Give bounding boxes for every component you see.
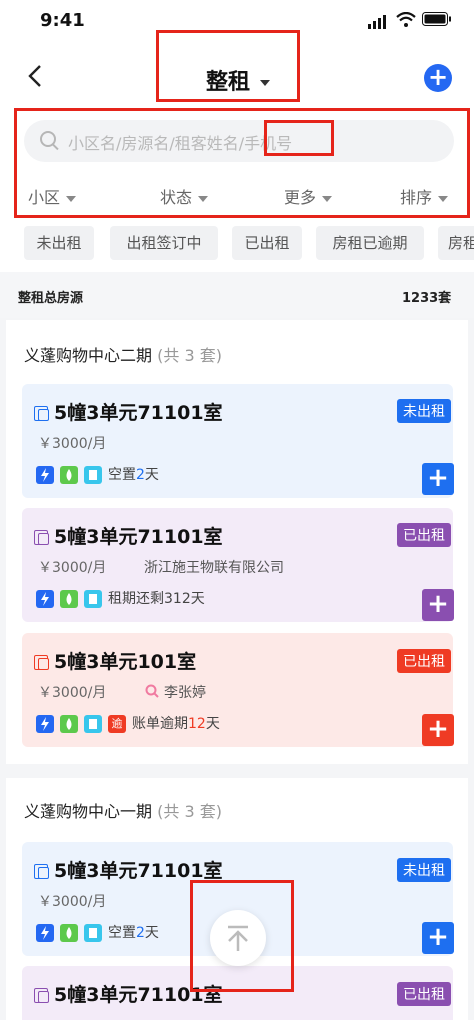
add-button[interactable]: + — [422, 589, 454, 621]
bolt-icon — [36, 924, 54, 942]
property-room: 5幢3单元71101室 — [34, 856, 223, 883]
filter-status[interactable]: 状态 — [160, 184, 209, 208]
property-room: 5幢3单元101室 — [34, 647, 196, 674]
doc-icon — [84, 466, 102, 484]
magnifier-person-icon — [144, 683, 160, 703]
add-circle-icon[interactable]: + — [424, 64, 452, 92]
doc-icon — [84, 715, 102, 733]
section-count: (共 3 套) — [157, 346, 222, 365]
add-button[interactable]: + — [422, 463, 454, 495]
property-info: 空置2天 — [36, 922, 159, 942]
property-price: ￥3000/月 — [38, 560, 107, 576]
caret-down-icon — [198, 195, 209, 202]
chip-signing[interactable]: 出租签订中 — [110, 226, 218, 260]
info-number: 312 — [164, 591, 191, 607]
house-doc-icon — [34, 988, 49, 1003]
add-button[interactable]: + — [422, 714, 454, 746]
section-title: 义蓬购物中心一期 (共 3 套) — [24, 802, 222, 821]
section-title: 义蓬购物中心二期 (共 3 套) — [24, 346, 222, 365]
highlight-box-title — [156, 30, 300, 102]
bolt-icon — [36, 466, 54, 484]
bolt-icon — [36, 590, 54, 608]
summary-label: 整租总房源 — [18, 291, 84, 306]
water-drop-icon — [60, 715, 78, 733]
bolt-icon — [36, 715, 54, 733]
filter-sort[interactable]: 排序 — [400, 184, 449, 208]
property-room: 5幢3单元71101室 — [34, 398, 223, 425]
section-count: (共 3 套) — [157, 802, 222, 821]
house-doc-icon — [34, 864, 49, 879]
filter-community[interactable]: 小区 — [28, 184, 77, 208]
water-drop-icon — [60, 924, 78, 942]
info-number: 2 — [136, 467, 145, 483]
water-drop-icon — [60, 590, 78, 608]
caret-down-icon — [322, 195, 333, 202]
highlight-box-phone — [264, 120, 334, 156]
property-info: 逾账单逾期12天 — [36, 713, 220, 733]
property-price: ￥3000/月 — [38, 436, 107, 452]
status-badge: 已出租 — [397, 523, 451, 547]
tenant-name: 浙江施王物联有限公司 — [144, 560, 284, 576]
chip-vacant[interactable]: 未出租 — [24, 226, 94, 260]
battery-icon — [422, 12, 452, 31]
doc-icon — [84, 924, 102, 942]
caret-down-icon — [66, 195, 77, 202]
status-badge: 未出租 — [397, 399, 451, 423]
overdue-icon: 逾 — [108, 715, 126, 733]
highlight-box-back-to-top — [190, 880, 294, 992]
doc-icon — [84, 590, 102, 608]
property-price: ￥3000/月 — [38, 894, 107, 910]
filter-more[interactable]: 更多 — [284, 184, 333, 208]
house-doc-icon — [34, 530, 49, 545]
water-drop-icon — [60, 466, 78, 484]
wifi-icon — [396, 11, 416, 32]
property-price: ￥3000/月 — [38, 685, 107, 701]
info-number: 2 — [136, 925, 145, 941]
property-info: 租期还剩312天 — [36, 588, 205, 608]
status-time: 9:41 — [40, 10, 85, 31]
back-arrow-icon[interactable] — [26, 58, 46, 105]
add-button[interactable]: + — [422, 922, 454, 954]
caret-down-icon — [438, 195, 449, 202]
chip-more[interactable]: 房租 — [438, 226, 474, 260]
property-info: 空置2天 — [36, 464, 159, 484]
signal-icon — [368, 14, 390, 33]
tenant-name: 李张婷 — [144, 682, 206, 703]
house-doc-icon — [34, 406, 49, 421]
house-doc-icon — [34, 655, 49, 670]
property-room: 5幢3单元71101室 — [34, 522, 223, 549]
chip-overdue[interactable]: 房租已逾期 — [316, 226, 424, 260]
status-badge: 已出租 — [397, 982, 451, 1006]
chip-rented[interactable]: 已出租 — [232, 226, 302, 260]
summary-value: 1233套 — [402, 291, 452, 306]
status-badge: 已出租 — [397, 649, 451, 673]
status-badge: 未出租 — [397, 858, 451, 882]
info-number: 12 — [188, 716, 206, 732]
